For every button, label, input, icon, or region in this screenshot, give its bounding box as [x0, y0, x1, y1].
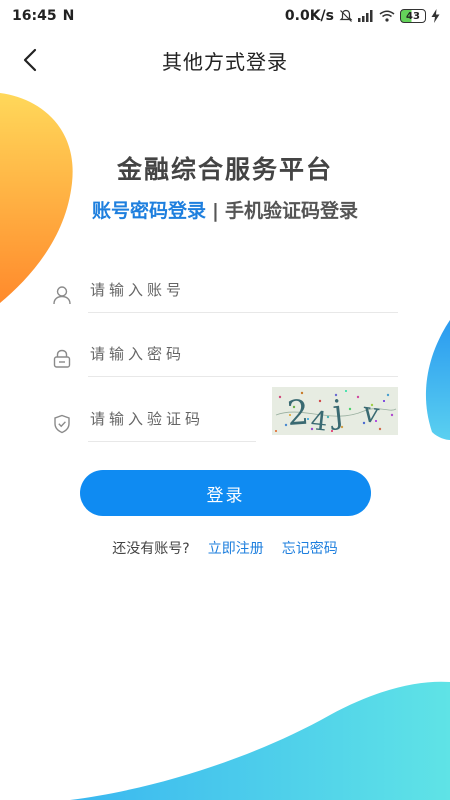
tab-separator: | [212, 200, 219, 222]
captcha-char: 2 [286, 393, 310, 434]
captcha-field-row [52, 405, 256, 442]
captcha-image[interactable]: 2 4 j v [272, 387, 398, 435]
charging-icon [431, 9, 440, 23]
no-account-text: 还没有账号? [112, 541, 190, 557]
register-link[interactable]: 立即注册 [208, 541, 264, 557]
lock-icon [52, 349, 72, 369]
battery-icon: 43 [400, 9, 426, 23]
tab-sms-code[interactable]: 手机验证码登录 [225, 200, 358, 222]
network-speed: 0.0K/s [284, 8, 334, 24]
n-app-icon: N [62, 8, 75, 24]
back-button[interactable] [14, 44, 46, 76]
account-field-row [52, 276, 398, 313]
blue-decor-blob [425, 320, 450, 440]
forgot-password-link[interactable]: 忘记密码 [282, 541, 338, 557]
account-input[interactable] [88, 276, 398, 313]
captcha-input[interactable] [88, 405, 256, 442]
captcha-char: v [360, 395, 381, 430]
tab-account-password[interactable]: 账号密码登录 [92, 200, 206, 222]
password-field-row [52, 340, 398, 377]
captcha-char: 4 [309, 406, 329, 435]
status-time: 16:45 [12, 8, 57, 24]
login-method-tabs: 账号密码登录 | 手机验证码登录 [0, 196, 450, 223]
captcha-char: j [327, 392, 345, 431]
shield-icon [52, 414, 72, 434]
battery-level: 43 [406, 10, 420, 22]
bottom-links: 还没有账号? 立即注册 忘记密码 [0, 538, 450, 558]
user-icon [52, 285, 72, 305]
login-button[interactable]: 登录 [80, 470, 371, 516]
chevron-left-icon [23, 48, 37, 72]
bottom-wave-blob [70, 681, 450, 800]
signal-icon [358, 10, 373, 22]
app-title: 金融综合服务平台 [116, 155, 333, 184]
password-input[interactable] [88, 340, 398, 377]
page-title: 其他方式登录 [162, 49, 288, 74]
mute-bell-icon [339, 9, 353, 22]
top-nav-bar: 其他方式登录 [0, 36, 450, 84]
status-bar: 16:45 N 0.0K/s 43 [0, 0, 450, 32]
wifi-icon [379, 10, 395, 22]
